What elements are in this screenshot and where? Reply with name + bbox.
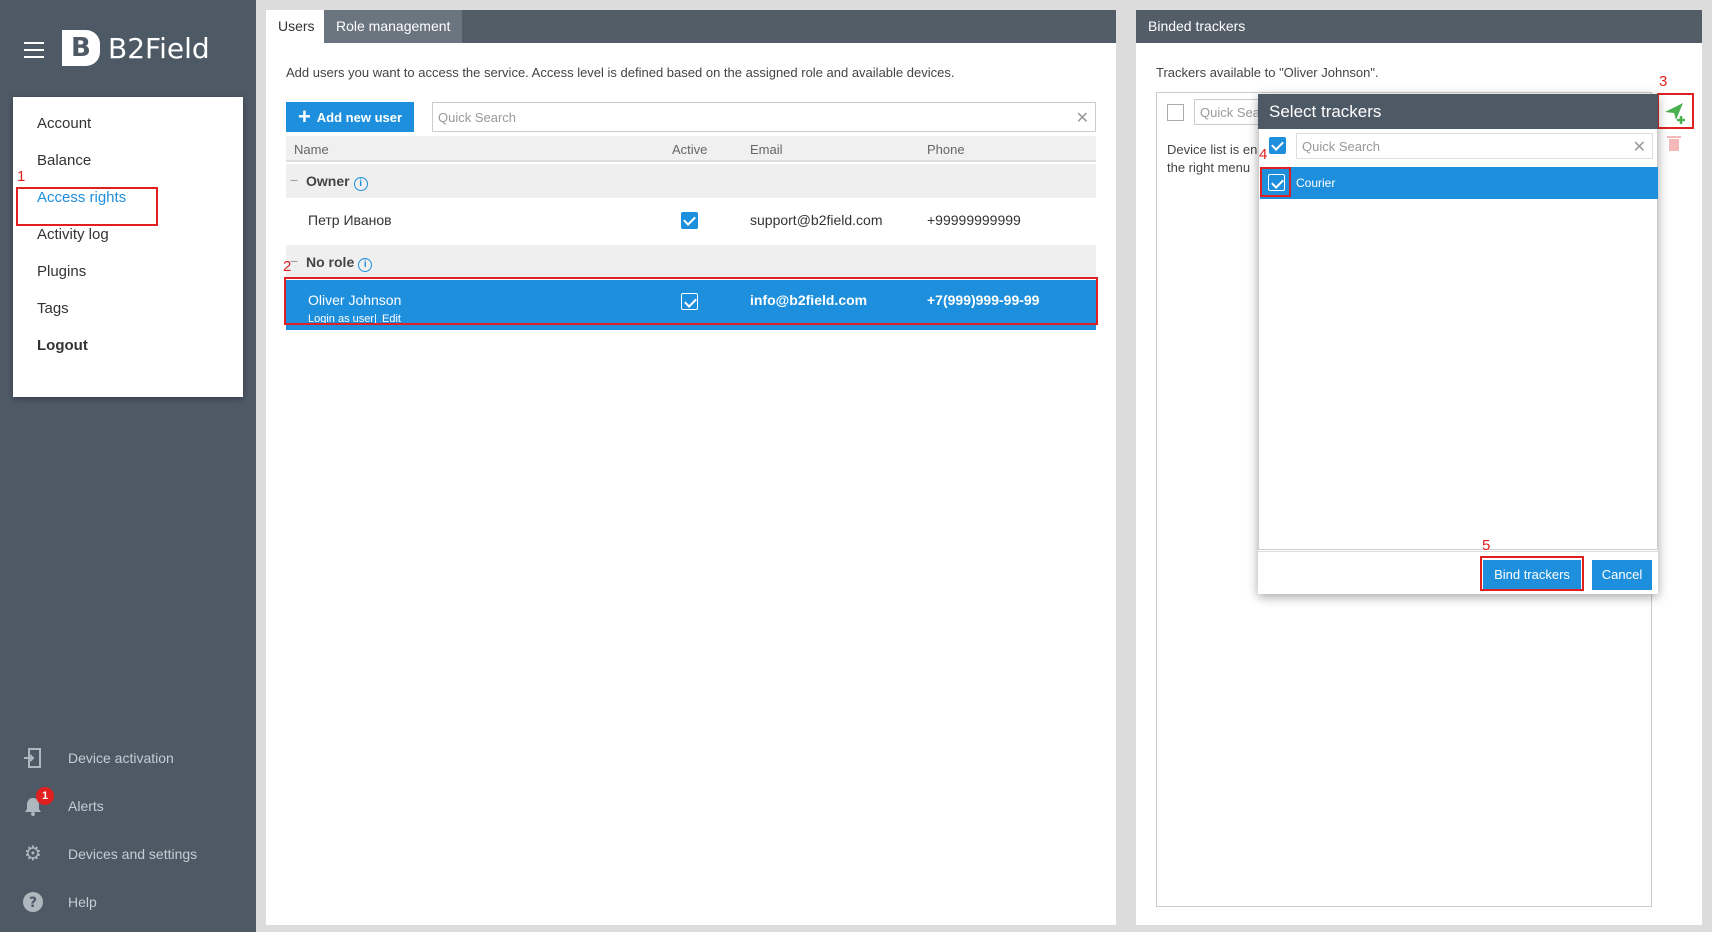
add-new-user-label: Add new user <box>316 110 403 125</box>
annotation-number: 4 <box>1259 146 1268 163</box>
user-email: support@b2field.com <box>750 212 883 228</box>
column-phone[interactable]: Phone <box>927 142 965 157</box>
menu-item-tags[interactable]: Tags <box>37 300 69 317</box>
bind-panel-title: Binded trackers <box>1136 10 1702 43</box>
menu-item-balance[interactable]: Balance <box>37 152 91 169</box>
users-table-header: Name Active Email Phone <box>286 136 1096 162</box>
collapse-icon[interactable]: − <box>290 172 298 188</box>
alerts-badge: 1 <box>36 787 54 805</box>
hamburger-menu-icon[interactable] <box>24 42 44 58</box>
plus-icon: + <box>297 104 311 129</box>
search-placeholder: Quick Sea <box>1200 105 1260 120</box>
trash-icon[interactable] <box>1666 134 1682 152</box>
annotation-box <box>16 187 158 226</box>
empty-line: the right menu <box>1167 160 1251 175</box>
search-placeholder: Quick Search <box>438 110 517 125</box>
nav-label: Device activation <box>68 750 174 766</box>
account-menu: Account Balance Access rights Activity l… <box>13 97 243 397</box>
dialog-footer: Bind trackers Cancel <box>1258 551 1658 594</box>
users-description: Add users you want to access the service… <box>286 65 955 80</box>
annotation-box <box>1657 93 1694 129</box>
bind-description: Trackers available to "Oliver Johnson". <box>1156 65 1379 80</box>
dialog-title: Select trackers <box>1258 94 1658 129</box>
annotation-number: 1 <box>17 168 26 185</box>
annotation-number: 2 <box>283 258 292 275</box>
gear-icon: ⚙ <box>24 843 42 865</box>
users-search-input[interactable]: Quick Search ✕ <box>432 102 1096 132</box>
tabs-bar: Users Role management <box>266 10 1116 43</box>
nav-label: Devices and settings <box>68 846 198 862</box>
empty-list-text: Device list is en the right menu <box>1167 141 1257 177</box>
tab-role-management[interactable]: Role management <box>324 10 463 43</box>
clear-search-icon[interactable]: ✕ <box>1633 137 1646 157</box>
annotation-number: 3 <box>1659 73 1668 90</box>
svg-text:?: ? <box>29 895 37 911</box>
clear-search-icon[interactable]: ✕ <box>1076 108 1089 128</box>
menu-item-plugins[interactable]: Plugins <box>37 263 86 280</box>
select-all-checkbox[interactable] <box>1269 137 1286 154</box>
group-row-owner[interactable]: − Owner i <box>286 164 1096 198</box>
search-placeholder: Quick Search <box>1302 139 1381 154</box>
users-panel: Users Role management Add users you want… <box>266 10 1116 925</box>
help-icon: ? <box>22 891 44 913</box>
annotation-box <box>1480 556 1584 591</box>
nav-label: Help <box>68 894 97 910</box>
cancel-button[interactable]: Cancel <box>1592 560 1652 590</box>
nav-help[interactable]: ? Help <box>0 879 256 927</box>
column-name[interactable]: Name <box>294 142 329 157</box>
column-active[interactable]: Active <box>672 142 707 157</box>
column-email[interactable]: Email <box>750 142 783 157</box>
annotation-number: 5 <box>1482 537 1491 554</box>
group-name: No role <box>306 254 355 270</box>
menu-item-logout[interactable]: Logout <box>37 337 88 354</box>
tab-users[interactable]: Users <box>266 10 327 43</box>
menu-item-activity-log[interactable]: Activity log <box>37 226 109 243</box>
device-activation-icon <box>22 747 44 769</box>
tracker-name: Courier <box>1296 176 1336 190</box>
tracker-item-courier[interactable]: Courier <box>1260 167 1658 199</box>
logo-icon <box>62 30 100 66</box>
user-phone: +99999999999 <box>927 212 1021 228</box>
select-all-checkbox[interactable] <box>1167 104 1184 121</box>
nav-device-activation[interactable]: Device activation <box>0 735 256 783</box>
table-row[interactable]: Петр Иванов support@b2field.com +9999999… <box>286 198 1096 243</box>
select-trackers-dialog: Select trackers Quick Search ✕ Courier B… <box>1258 94 1658 594</box>
group-name: Owner <box>306 173 350 189</box>
dialog-search-input[interactable]: Quick Search ✕ <box>1296 133 1653 159</box>
active-checkbox[interactable] <box>681 212 698 229</box>
info-icon[interactable]: i <box>358 258 373 272</box>
user-name: Петр Иванов <box>308 212 392 228</box>
nav-devices-settings[interactable]: ⚙ Devices and settings <box>0 831 256 879</box>
annotation-box <box>1260 167 1291 197</box>
dialog-body: Quick Search ✕ Courier <box>1258 129 1658 550</box>
sidebar: B2Field Account Balance Access rights Ac… <box>0 0 256 932</box>
nav-label: Alerts <box>68 798 104 814</box>
group-row-no-role[interactable]: − No role i <box>286 245 1096 279</box>
annotation-box <box>284 277 1098 325</box>
empty-line: Device list is en <box>1167 142 1258 157</box>
add-new-user-button[interactable]: + Add new user <box>286 102 414 132</box>
nav-alerts[interactable]: 1 Alerts <box>0 783 256 831</box>
app-name: B2Field <box>108 32 210 65</box>
info-icon[interactable]: i <box>353 177 368 191</box>
menu-item-account[interactable]: Account <box>37 115 91 132</box>
